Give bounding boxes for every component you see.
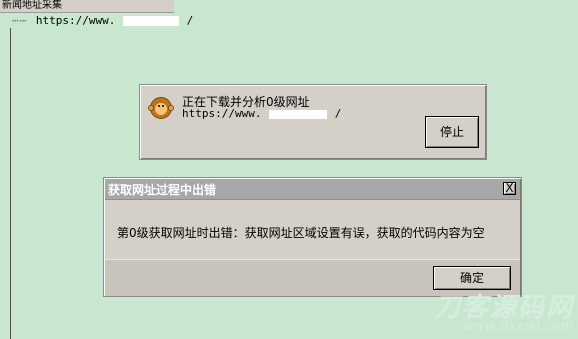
watermark: 刀客源码网 www.dkewl.com <box>433 293 574 332</box>
error-titlebar: 获取网址过程中出错 X <box>105 179 520 200</box>
tree-url-prefix: https://www. <box>35 14 116 27</box>
ok-button[interactable]: 确定 <box>433 266 511 290</box>
download-progress-dialog: 正在下载并分析0级网址 https://www. / 停止 <box>139 84 487 160</box>
download-url-suffix: / <box>334 107 342 120</box>
top-label: 新闻地址采集 <box>0 0 174 13</box>
monkey-eye-left <box>158 105 160 107</box>
download-url-prefix: https://www. <box>182 107 262 120</box>
url-redaction <box>122 16 179 26</box>
error-message: 第0级获取网址时出错：获取网址区域设置有误，获取的代码内容为空 <box>117 226 485 240</box>
tree-vertical-line <box>10 28 11 339</box>
monkey-icon <box>148 97 174 119</box>
tree-item-url[interactable]: ⋯⋯ https://www. / <box>12 14 193 27</box>
tree-connector: ⋯⋯ <box>12 14 28 27</box>
tree-url-suffix: / <box>186 14 194 27</box>
monkey-eye-right <box>162 105 164 107</box>
download-url-redaction <box>269 109 328 119</box>
close-icon[interactable]: X <box>503 182 516 195</box>
download-url: https://www. / <box>182 107 341 120</box>
watermark-main: 刀客源码网 <box>433 293 574 323</box>
error-dialog: 获取网址过程中出错 X 第0级获取网址时出错：获取网址区域设置有误，获取的代码内… <box>103 177 522 297</box>
stop-button[interactable]: 停止 <box>425 116 479 148</box>
error-body: 第0级获取网址时出错：获取网址区域设置有误，获取的代码内容为空 <box>105 200 520 258</box>
error-footer: 确定 <box>105 259 520 296</box>
error-dialog-title: 获取网址过程中出错 <box>108 183 217 197</box>
